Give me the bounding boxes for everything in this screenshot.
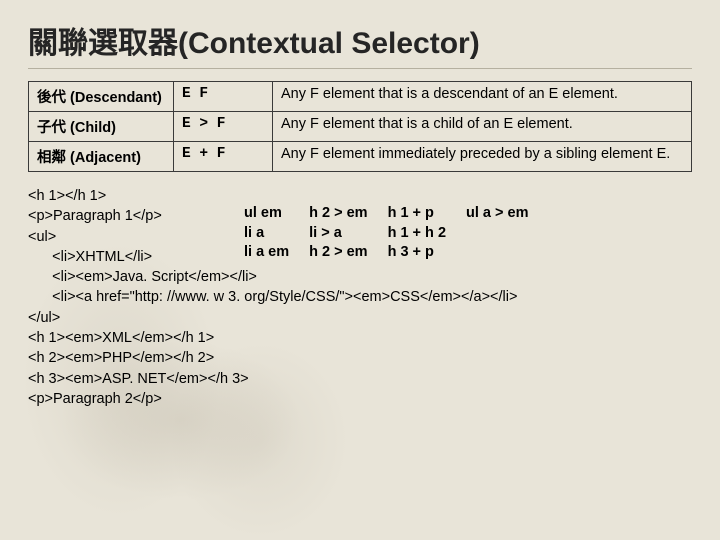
example-cell: li a em	[244, 243, 309, 263]
example-cell: ul em	[244, 204, 309, 224]
selector-syntax: E > F	[174, 112, 273, 142]
selector-name: 相鄰 (Adjacent)	[29, 142, 174, 172]
selector-name: 子代 (Child)	[29, 112, 174, 142]
selector-desc: Any F element immediately preceded by a …	[273, 142, 692, 172]
table-row: 相鄰 (Adjacent) E + F Any F element immedi…	[29, 142, 692, 172]
example-cell: h 1 + h 2	[388, 224, 466, 244]
example-cell: h 2 > em	[309, 243, 387, 263]
example-cell: h 3 + p	[388, 243, 466, 263]
example-selectors: ul em h 2 > em h 1 + p ul a > em li a li…	[244, 204, 548, 263]
selector-desc: Any F element that is a descendant of an…	[273, 82, 692, 112]
example-cell: li a	[244, 224, 309, 244]
selector-syntax: E F	[174, 82, 273, 112]
selector-syntax: E + F	[174, 142, 273, 172]
example-cell: h 1 + p	[388, 204, 466, 224]
table-row: 子代 (Child) E > F Any F element that is a…	[29, 112, 692, 142]
example-cell: li > a	[309, 224, 387, 244]
title-divider	[28, 68, 692, 69]
example-cell: h 2 > em	[309, 204, 387, 224]
selector-name: 後代 (Descendant)	[29, 82, 174, 112]
page-title: 關聯選取器(Contextual Selector)	[28, 18, 692, 62]
table-row: 後代 (Descendant) E F Any F element that i…	[29, 82, 692, 112]
selector-desc: Any F element that is a child of an E el…	[273, 112, 692, 142]
selector-table: 後代 (Descendant) E F Any F element that i…	[28, 81, 692, 172]
example-cell: ul a > em	[466, 204, 548, 224]
